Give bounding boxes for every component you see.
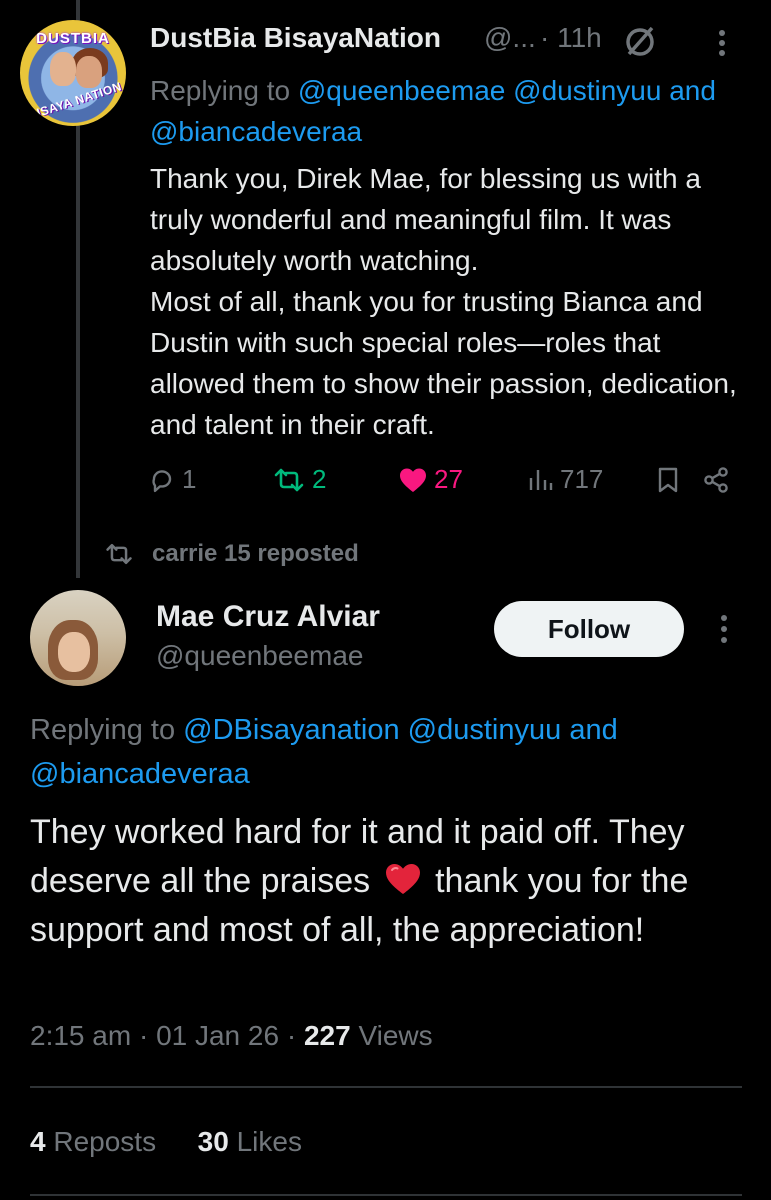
reposts-stat[interactable]: 4 Reposts (30, 1126, 156, 1157)
tweet2-author-handle[interactable]: @queenbeemae (156, 640, 363, 672)
repost-count: 2 (312, 464, 327, 494)
tweet2-meta: 2:15 am · 01 Jan 26 · 227 Views (30, 1020, 433, 1051)
tweet1-body-paragraph: Thank you, Direk Mae, for blessing us wi… (150, 163, 701, 276)
repost-button[interactable]: 2 (272, 464, 326, 495)
mention-link[interactable]: @dustinyuu (408, 714, 562, 746)
tweet1-timestamp[interactable]: · 11h (540, 22, 602, 54)
mention-link[interactable]: @queenbeemae (298, 75, 505, 106)
more-icon[interactable] (714, 612, 734, 646)
follow-button[interactable]: Follow (494, 601, 684, 657)
reply-icon (152, 469, 172, 492)
avatar-mae-cruz-alviar[interactable] (30, 590, 126, 686)
like-button[interactable]: 27 (398, 464, 463, 495)
mention-link[interactable]: @DBisayanation (183, 714, 399, 746)
tweet2-views-count: 227 (303, 1020, 351, 1051)
share-icon[interactable] (702, 466, 730, 494)
views-count: 717 (560, 464, 604, 494)
avatar-dustbia[interactable]: DUSTBIA BISAYA NATION (20, 20, 126, 126)
tweet2-date[interactable]: 01 Jan 26 (156, 1020, 279, 1051)
bookmark-icon[interactable] (656, 466, 680, 494)
views-button[interactable]: 717 (528, 464, 603, 495)
mention-link[interactable]: @dustinyuu (513, 75, 661, 106)
tweet2-body: They worked hard for it and it paid off.… (30, 813, 689, 949)
tweet1-body: Thank you, Direk Mae, for blessing us wi… (150, 158, 760, 445)
repost-icon (274, 468, 304, 491)
mention-link[interactable]: @biancadeveraa (150, 116, 362, 147)
like-count: 27 (434, 464, 463, 494)
tweet1-body-paragraph: Most of all, thank you for trusting Bian… (150, 286, 737, 440)
heart-emoji (385, 864, 420, 894)
views-icon (529, 469, 553, 490)
reply-button[interactable]: 1 (148, 464, 196, 495)
repost-banner[interactable]: carrie 15 reposted (104, 540, 359, 568)
likes-stat[interactable]: 30 Likes (198, 1126, 302, 1157)
tweet2-views-label: Views (358, 1020, 433, 1051)
divider (30, 1086, 742, 1088)
repost-icon (106, 543, 132, 565)
tweet1-replying-to: Replying to @queenbeemae @dustinyuu and … (150, 75, 716, 147)
tweet2-stats: 4 Reposts 30 Likes (30, 1126, 302, 1158)
heart-icon (400, 468, 426, 492)
tweet1-action-bar: 1 2 27 717 (0, 460, 771, 500)
repost-banner-text: carrie 15 reposted (152, 540, 359, 567)
more-icon[interactable] (712, 28, 732, 58)
grok-icon[interactable] (622, 24, 658, 60)
avatar-logo-text-top: DUSTBIA (36, 30, 110, 47)
reply-count: 1 (182, 464, 197, 494)
tweet2-replying-to: Replying to @DBisayanation @dustinyuu an… (30, 714, 618, 790)
tweet2-time[interactable]: 2:15 am (30, 1020, 131, 1051)
divider (30, 1194, 742, 1196)
tweet1-author-handle[interactable]: @... (484, 22, 536, 54)
tweet2-author-name[interactable]: Mae Cruz Alviar (156, 600, 380, 634)
avatar-logo-text-bottom: BISAYA NATION (26, 79, 124, 123)
tweet1-author-name[interactable]: DustBia BisayaNation (150, 22, 441, 54)
mention-link[interactable]: @biancadeveraa (30, 758, 250, 790)
